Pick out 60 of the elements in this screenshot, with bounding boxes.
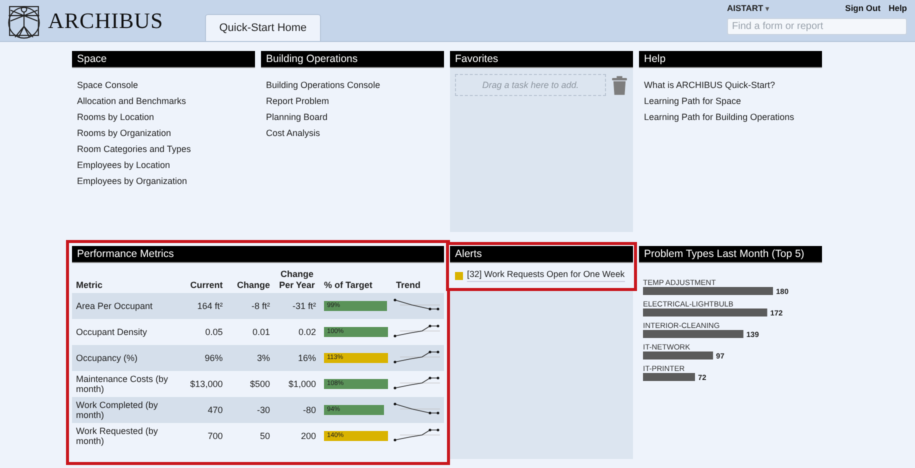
table-cell: 50 [226, 423, 274, 449]
task-link[interactable]: Employees by Organization [72, 173, 255, 189]
help-topic-link[interactable]: What is ARCHIBUS Quick-Start? [639, 77, 822, 93]
table-cell: Work Requested (by month) [72, 423, 180, 449]
panel-title: Help [639, 51, 822, 68]
table-cell: Work Completed (by month) [72, 397, 180, 423]
task-link[interactable]: Cost Analysis [261, 125, 444, 141]
header-link[interactable]: Sign Out [845, 3, 881, 13]
table-cell: -80 [274, 397, 320, 423]
column-header: Change [226, 267, 274, 293]
panel-title: Performance Metrics [72, 246, 444, 263]
task-link[interactable]: Planning Board [261, 109, 444, 125]
column-header: Trend [392, 267, 444, 293]
table-cell: Area Per Occupant [72, 293, 180, 319]
task-link[interactable]: Allocation and Benchmarks [72, 93, 255, 109]
bar [643, 373, 695, 381]
table-cell: -31 ft² [274, 293, 320, 319]
panel-title: Space [72, 51, 255, 68]
panel-title: Building Operations [261, 51, 444, 68]
task-link[interactable]: Report Problem [261, 93, 444, 109]
table-cell: $13,000 [180, 371, 227, 397]
table-cell: 96% [180, 345, 227, 371]
table-cell: 0.02 [274, 319, 320, 345]
table-cell: 700 [180, 423, 227, 449]
table-cell: $500 [226, 371, 274, 397]
header-link[interactable]: Help [888, 3, 907, 13]
trash-icon[interactable] [612, 76, 627, 94]
table-cell: Occupant Density [72, 319, 180, 345]
panel-title: Alerts [450, 246, 633, 263]
bar [643, 352, 714, 360]
task-link[interactable]: Room Categories and Types [72, 141, 255, 157]
table-cell: 0.01 [226, 319, 274, 345]
table-cell: Maintenance Costs (by month) [72, 371, 180, 397]
column-header: % of Target [320, 267, 392, 293]
table-cell: 0.05 [180, 319, 227, 345]
table-cell: -8 ft² [226, 293, 274, 319]
table-cell: $1,000 [274, 371, 320, 397]
table-cell: 16% [274, 345, 320, 371]
table-cell: 164 ft² [180, 293, 227, 319]
column-header: Metric [72, 267, 180, 293]
table-cell: -30 [226, 397, 274, 423]
help-topic-link[interactable]: Learning Path for Building Operations [639, 109, 822, 125]
task-link[interactable]: Rooms by Location [72, 109, 255, 125]
logo-text: ARCHIBUS [48, 8, 164, 34]
table-cell: 3% [226, 345, 274, 371]
search-field[interactable]: Find a form or report [727, 18, 907, 35]
alert-link[interactable]: [32] Work Requests Open for One Week [467, 269, 625, 282]
task-link[interactable]: Employees by Location [72, 157, 255, 173]
task-link[interactable]: Rooms by Organization [72, 125, 255, 141]
column-header: Change Per Year [274, 267, 320, 293]
table-cell: Occupancy (%) [72, 345, 180, 371]
task-link[interactable]: Building Operations Console [261, 77, 444, 93]
column-header: Current [180, 267, 227, 293]
tab[interactable]: Quick-Start Home [205, 14, 321, 41]
table-cell: 470 [180, 397, 227, 423]
table-cell: 200 [274, 423, 320, 449]
panel-title: Problem Types Last Month (Top 5) [639, 246, 822, 263]
task-link[interactable]: Space Console [72, 77, 255, 93]
help-topic-link[interactable]: Learning Path for Space [639, 93, 822, 109]
panel-title: Favorites [450, 51, 633, 68]
